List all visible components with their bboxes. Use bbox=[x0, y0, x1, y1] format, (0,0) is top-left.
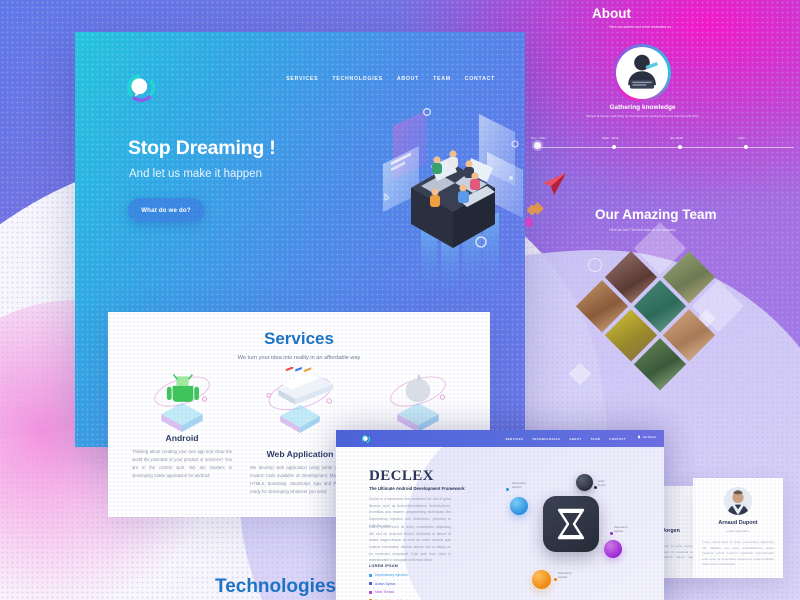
person-reading-icon bbox=[628, 54, 658, 89]
declex-nav-technologies[interactable]: TECHNOLOGIES bbox=[532, 437, 560, 441]
orb-blue bbox=[510, 497, 528, 515]
decorative-circle-magenta bbox=[524, 218, 533, 227]
declex-feature-label-2: Action Syntax bbox=[375, 581, 396, 586]
service-name-android: Android bbox=[165, 433, 199, 443]
service-card-android[interactable]: Android Thinking about creating your own… bbox=[124, 367, 240, 480]
hero-subtitle: And let us make it happen bbox=[129, 168, 262, 180]
declex-feature-list: Dependency Injection Action Syntax Main … bbox=[369, 573, 465, 600]
testimonial-role: Lorem Ipsumium bbox=[726, 529, 750, 533]
declex-feature-label-1: Dependency Injection bbox=[375, 573, 408, 577]
hero-cta-button[interactable]: What do we do? bbox=[128, 198, 204, 222]
about-subtitle: Here we started and what motivates us bbox=[608, 25, 672, 29]
nav-item-technologies[interactable]: TECHNOLOGIES bbox=[332, 76, 383, 82]
orb-purple-marker bbox=[610, 532, 613, 535]
technologies-title: Technologies bbox=[215, 576, 337, 597]
declex-nav-services[interactable]: SERVICES bbox=[505, 437, 523, 441]
orb-blue-marker bbox=[506, 488, 509, 491]
decorative-circle-left bbox=[588, 258, 602, 272]
declex-nav-contact[interactable]: CONTACT bbox=[609, 437, 626, 441]
orb-dark-label: Action Syntax bbox=[598, 480, 606, 487]
declex-cta-label: Get Started bbox=[642, 435, 656, 439]
about-avatar bbox=[613, 44, 671, 102]
timeline-node-2[interactable] bbox=[678, 145, 682, 149]
hero-title: Stop Dreaming ! bbox=[128, 137, 276, 159]
declex-feature-item-2[interactable]: Action Syntax bbox=[369, 582, 465, 586]
orb-purple bbox=[604, 540, 622, 558]
apple-logo-icon bbox=[360, 367, 476, 433]
testimonial-body: Lorem ipsum dolor sit amet, consectetur … bbox=[702, 540, 774, 567]
declex-app-logo bbox=[543, 496, 599, 552]
about-title: About bbox=[592, 6, 631, 21]
timeline-label-0: Nov - 2012 bbox=[531, 136, 547, 140]
testimonial-avatar bbox=[724, 487, 752, 515]
declex-navbar: SERVICES TECHNOLOGIES ABOUT TEAM CONTACT… bbox=[336, 430, 664, 447]
testimonial-card-primary[interactable]: Arnaud Dupont Lorem Ipsumium Lorem ipsum… bbox=[693, 478, 783, 578]
site-logo-icon[interactable] bbox=[127, 74, 155, 102]
timeline-node-3[interactable] bbox=[744, 145, 748, 149]
team-subtitle: Here we are! The best team of our compan… bbox=[609, 228, 676, 232]
declex-nav-about[interactable]: ABOUT bbox=[569, 437, 581, 441]
orb-orange-marker bbox=[554, 578, 557, 581]
service-body-android: Thinking about creating your own app and… bbox=[132, 449, 232, 478]
declex-tagline: The Ultimate Android Development Framewo… bbox=[369, 486, 465, 491]
declex-logo-icon[interactable] bbox=[362, 434, 370, 443]
isometric-team-illustration bbox=[383, 108, 523, 302]
nav-item-contact[interactable]: CONTACT bbox=[465, 76, 495, 82]
bullet-icon-3 bbox=[369, 590, 372, 594]
about-text: Started at Declex searching for developm… bbox=[585, 114, 700, 118]
testimonial-name: Arnaud Dupont bbox=[718, 520, 758, 526]
browser-window-icon bbox=[242, 367, 358, 433]
orb-purple-label: Dependency Injection bbox=[614, 526, 629, 533]
orb-dark bbox=[576, 474, 593, 491]
declex-navigation[interactable]: SERVICES TECHNOLOGIES ABOUT TEAM CONTACT bbox=[505, 437, 626, 441]
android-robot-icon bbox=[124, 367, 240, 433]
declex-feature-label-3: Main Thread bbox=[375, 590, 394, 595]
declex-nav-team[interactable]: TEAM bbox=[590, 437, 600, 441]
bullet-icon-1 bbox=[369, 573, 372, 577]
about-timeline-line bbox=[534, 147, 794, 148]
timeline-label-3: 2017 - bbox=[738, 136, 747, 140]
declex-x-mark-icon bbox=[557, 508, 585, 540]
services-title: Services bbox=[264, 329, 334, 348]
about-heading: Gathering knowledge bbox=[609, 104, 676, 111]
declex-paragraph-2: Lorem ipsum dolor sit amet, consectetur … bbox=[369, 525, 451, 563]
timeline-label-1: 2012 - 2014 bbox=[602, 136, 619, 140]
nav-item-services[interactable]: SERVICES bbox=[286, 76, 318, 82]
declex-feature-item-3[interactable]: Main Thread bbox=[369, 590, 465, 594]
team-title: Our Amazing Team bbox=[595, 207, 717, 222]
orb-orange bbox=[532, 570, 551, 589]
orb-blue-label: Dependency Injection bbox=[512, 482, 527, 489]
timeline-label-2: Jun 2016 bbox=[670, 136, 683, 140]
paper-plane-icon bbox=[543, 173, 566, 195]
rocket-icon bbox=[637, 435, 640, 439]
orb-dark-marker bbox=[594, 486, 597, 489]
hero-navigation[interactable]: SERVICES TECHNOLOGIES ABOUT TEAM CONTACT bbox=[286, 76, 495, 82]
declex-brand-title: DECLEX bbox=[369, 468, 434, 484]
timeline-node-1[interactable] bbox=[612, 145, 616, 149]
services-subtitle: We turn your idea into reality in an aff… bbox=[237, 355, 361, 361]
declex-overlay-card: SERVICES TECHNOLOGIES ABOUT TEAM CONTACT… bbox=[336, 430, 664, 600]
declex-list-heading: LOREM IPSUM bbox=[369, 564, 399, 568]
nav-item-about[interactable]: ABOUT bbox=[397, 76, 419, 82]
timeline-node-0[interactable] bbox=[534, 142, 541, 149]
declex-feature-item-1[interactable]: Dependency Injection bbox=[369, 573, 465, 577]
orb-orange-label: Dependency Injection bbox=[558, 572, 573, 579]
bullet-icon-2 bbox=[369, 582, 372, 586]
nav-item-team[interactable]: TEAM bbox=[433, 76, 451, 82]
declex-cta-button[interactable]: Get Started bbox=[637, 435, 656, 439]
